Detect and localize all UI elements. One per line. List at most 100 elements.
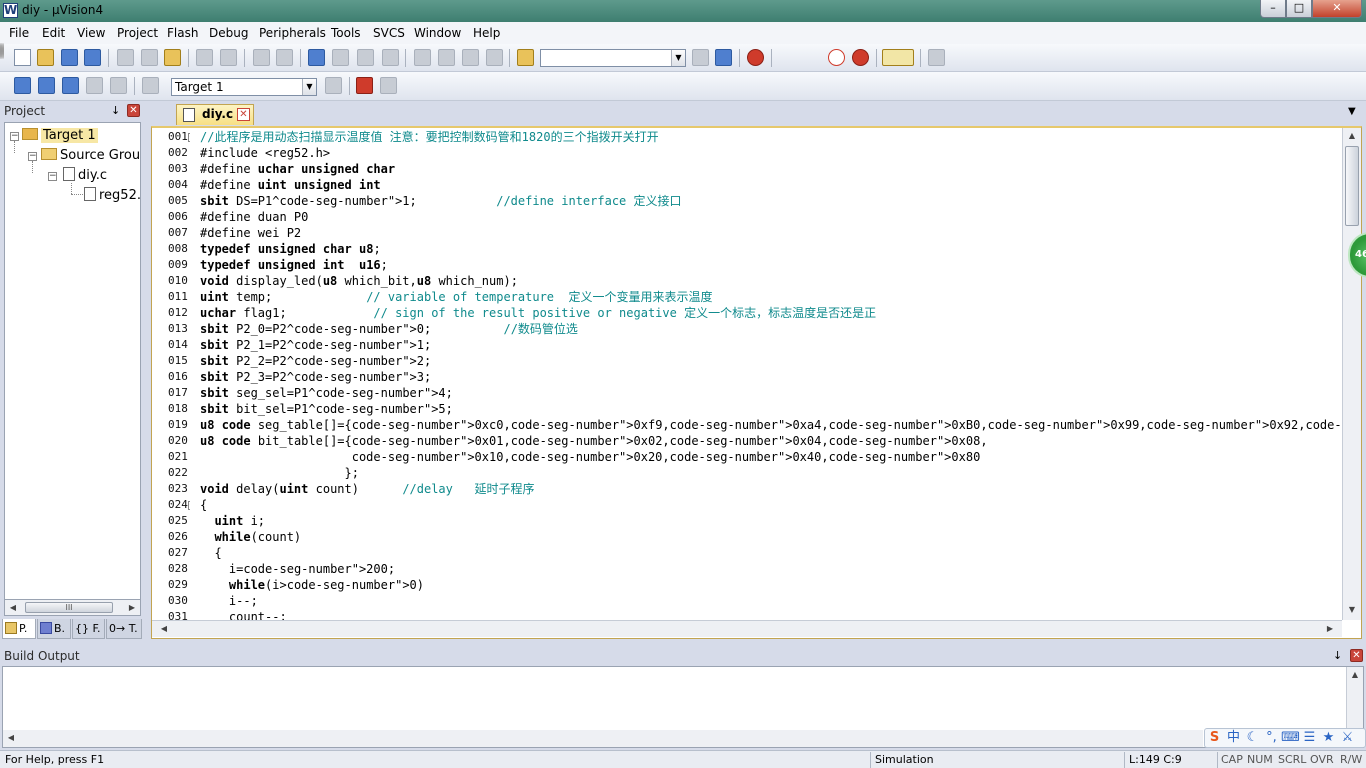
comment-icon[interactable]: [462, 49, 479, 66]
manage-components-icon[interactable]: [356, 77, 373, 94]
menu-svcs[interactable]: SVCS: [373, 26, 405, 40]
build-icon[interactable]: [38, 77, 55, 94]
save-icon[interactable]: [61, 49, 78, 66]
tree-item-target[interactable]: Target 1: [22, 127, 98, 145]
tab-templates[interactable]: 0→ T.: [106, 619, 142, 639]
new-file-icon[interactable]: [14, 49, 31, 66]
tab-functions[interactable]: {} F.: [72, 619, 105, 639]
target-options-icon[interactable]: [325, 77, 342, 94]
tools-icon[interactable]: ⚔: [1338, 729, 1357, 747]
collapse-toggle[interactable]: −: [10, 132, 19, 141]
fold-toggle[interactable]: −: [188, 501, 190, 510]
disable-breakpoints-icon[interactable]: [828, 49, 845, 66]
menu-icon[interactable]: ☰: [1300, 729, 1319, 747]
redo-icon[interactable]: [220, 49, 237, 66]
code-editor[interactable]: 001−002003004005006007008009010011012013…: [151, 126, 1362, 639]
undo-icon[interactable]: [196, 49, 213, 66]
stop-build-icon[interactable]: [110, 77, 127, 94]
paste-icon[interactable]: [164, 49, 181, 66]
indent-icon[interactable]: [414, 49, 431, 66]
menu-flash[interactable]: Flash: [167, 26, 198, 40]
debug-session-icon[interactable]: [747, 49, 764, 66]
chevron-down-icon[interactable]: ▼: [671, 50, 685, 66]
chevron-down-icon[interactable]: ▼: [302, 79, 316, 95]
menu-edit[interactable]: Edit: [42, 26, 65, 40]
find-in-files-icon[interactable]: [517, 49, 534, 66]
scroll-down-icon[interactable]: ▼: [1344, 602, 1360, 617]
skin-icon[interactable]: ★: [1319, 729, 1338, 747]
select-packet-icon[interactable]: [380, 77, 397, 94]
tab-diy-c[interactable]: diy.c ✕: [176, 104, 254, 125]
download-load-icon[interactable]: [142, 77, 159, 94]
keyboard-icon[interactable]: ⌨: [1281, 729, 1300, 747]
open-folder-icon[interactable]: [37, 49, 54, 66]
maximize-button[interactable]: □: [1286, 0, 1312, 18]
menu-file[interactable]: File: [9, 26, 29, 40]
incremental-find-icon[interactable]: [715, 49, 732, 66]
menu-debug[interactable]: Debug: [209, 26, 248, 40]
scroll-right-icon[interactable]: ▶: [1322, 621, 1338, 636]
horizontal-scrollbar[interactable]: ◀ ▶: [152, 620, 1342, 637]
horizontal-scrollbar[interactable]: ◀: [3, 730, 1203, 747]
previous-bookmark-icon[interactable]: [332, 49, 349, 66]
find-combo[interactable]: ▼: [540, 49, 686, 67]
rebuild-icon[interactable]: [62, 77, 79, 94]
menu-help[interactable]: Help: [473, 26, 500, 40]
menu-project[interactable]: Project: [117, 26, 158, 40]
scroll-right-icon[interactable]: ▶: [124, 600, 140, 615]
clear-bookmarks-icon[interactable]: [382, 49, 399, 66]
cut-icon[interactable]: [117, 49, 134, 66]
punctuation-icon[interactable]: °,: [1262, 729, 1281, 747]
build-output-text[interactable]: ▲ ◀: [2, 666, 1364, 748]
tree-item-file[interactable]: diy.c: [63, 167, 107, 185]
window-layout-icon[interactable]: [882, 49, 914, 66]
tree-item-source-group[interactable]: Source Group 1: [41, 147, 140, 165]
scroll-thumb[interactable]: [1345, 146, 1359, 226]
scroll-up-icon[interactable]: ▲: [1344, 128, 1360, 143]
scroll-left-icon[interactable]: ◀: [3, 730, 19, 745]
scroll-up-icon[interactable]: ▲: [1347, 667, 1363, 682]
scroll-left-icon[interactable]: ◀: [156, 621, 172, 636]
tree-horizontal-scrollbar[interactable]: ◀ III ▶: [4, 599, 141, 616]
tab-list-dropdown-icon[interactable]: ▼: [1348, 106, 1356, 117]
batch-build-icon[interactable]: [86, 77, 103, 94]
uncomment-icon[interactable]: [486, 49, 503, 66]
scroll-thumb[interactable]: III: [25, 602, 113, 613]
close-panel-button[interactable]: ✕: [127, 104, 140, 117]
vertical-scrollbar[interactable]: ▲: [1346, 667, 1363, 729]
vertical-scrollbar[interactable]: ▲ ▼: [1342, 128, 1361, 620]
copy-icon[interactable]: [141, 49, 158, 66]
target-select[interactable]: Target 1 ▼: [171, 78, 317, 96]
enable-breakpoint-icon[interactable]: [2, 43, 4, 59]
sogou-logo-icon[interactable]: S: [1205, 729, 1224, 747]
collapse-toggle[interactable]: −: [28, 152, 37, 161]
minimize-button[interactable]: –: [1260, 0, 1286, 18]
insert-bookmark-icon[interactable]: [308, 49, 325, 66]
menu-peripherals[interactable]: Peripherals: [259, 26, 326, 40]
menu-window[interactable]: Window: [414, 26, 461, 40]
tab-books[interactable]: B.: [37, 619, 71, 639]
next-bookmark-icon[interactable]: [357, 49, 374, 66]
tree-item-file[interactable]: reg52.h: [84, 187, 140, 205]
menu-view[interactable]: View: [77, 26, 105, 40]
ime-chinese-mode[interactable]: 中: [1224, 729, 1243, 747]
scroll-left-icon[interactable]: ◀: [5, 600, 21, 615]
navigate-forward-icon[interactable]: [276, 49, 293, 66]
translate-icon[interactable]: [14, 77, 31, 94]
navigate-back-icon[interactable]: [253, 49, 270, 66]
configure-wrench-icon[interactable]: [928, 49, 945, 66]
pin-icon[interactable]: ↓: [111, 104, 120, 117]
unindent-icon[interactable]: [438, 49, 455, 66]
close-tab-icon[interactable]: ✕: [237, 108, 250, 121]
menu-tools[interactable]: Tools: [331, 26, 361, 40]
collapse-toggle[interactable]: −: [48, 172, 57, 181]
moon-icon[interactable]: ☾: [1243, 729, 1262, 747]
save-all-icon[interactable]: [84, 49, 101, 66]
close-panel-button[interactable]: ✕: [1350, 649, 1363, 662]
close-window-button[interactable]: ✕: [1312, 0, 1362, 18]
pin-icon[interactable]: ↓: [1333, 649, 1342, 662]
tab-project[interactable]: P.: [2, 619, 36, 639]
code-text-area[interactable]: //此程序是用动态扫描显示温度值 注意：要把控制数码管和1820的三个指拨开关打…: [200, 128, 1340, 620]
find-icon[interactable]: [692, 49, 709, 66]
fold-toggle[interactable]: −: [188, 133, 190, 142]
